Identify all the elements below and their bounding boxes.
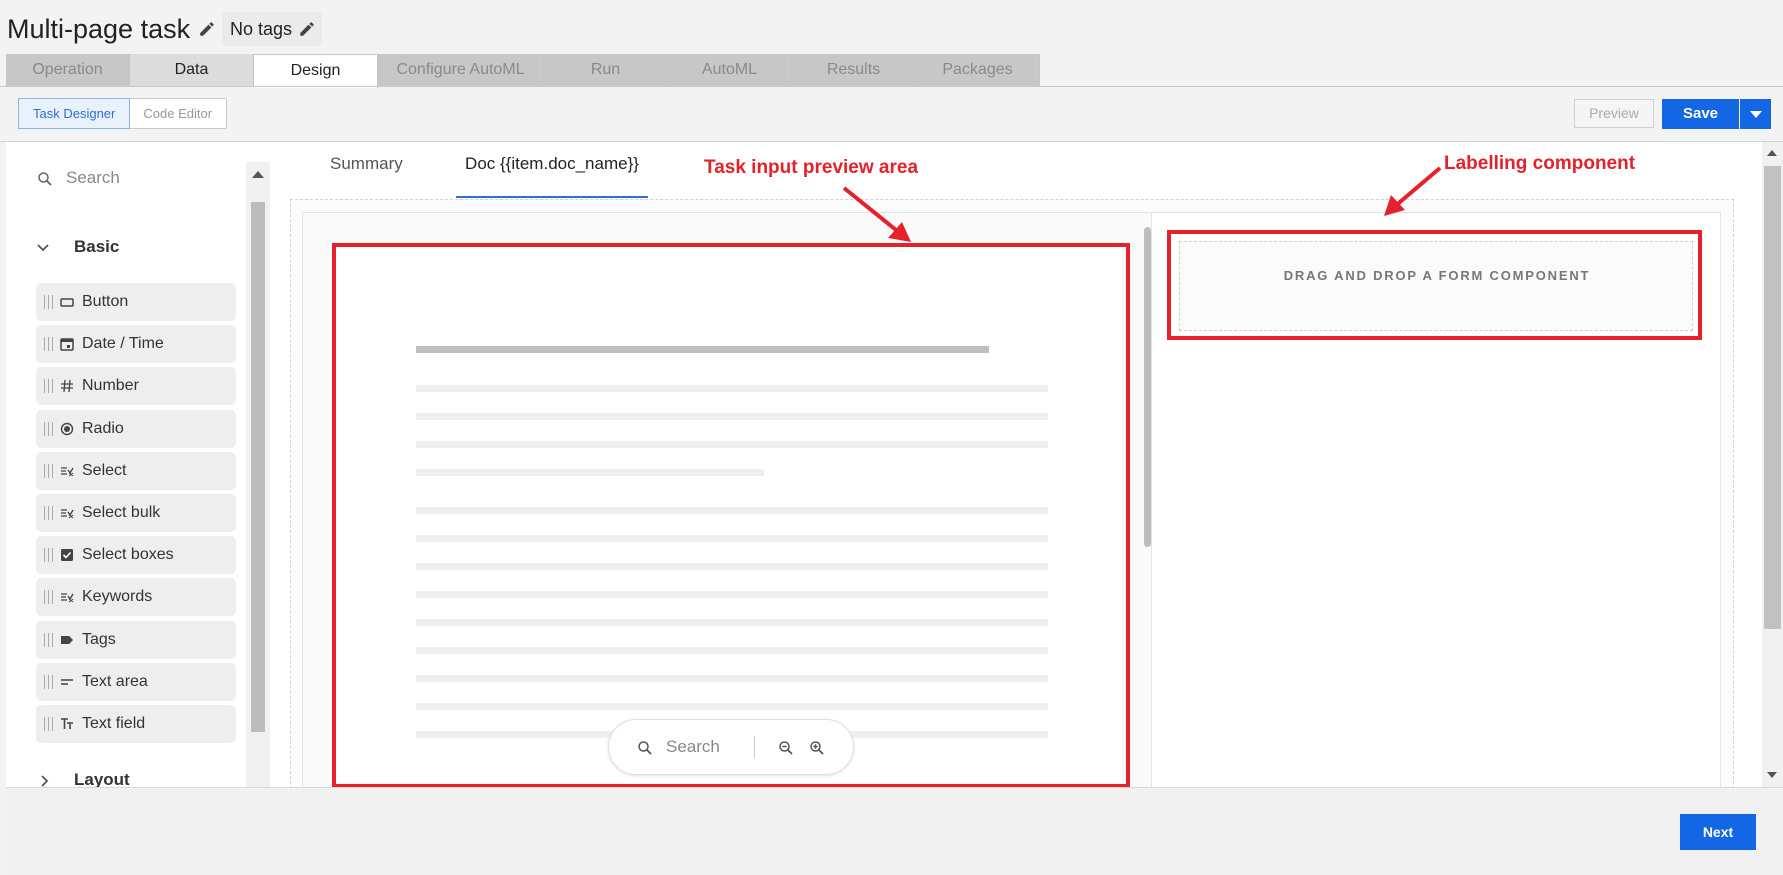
palette-search-placeholder: Search [66, 168, 120, 187]
checkbox-icon [61, 549, 73, 562]
preview-button[interactable]: Preview [1574, 99, 1654, 128]
basic-group-label: Basic [74, 237, 120, 256]
tabs-divider [0, 86, 1783, 87]
scroll-up-arrow-icon[interactable] [252, 171, 264, 178]
page-scrollbar[interactable] [1762, 142, 1783, 787]
palette-item-label: Keywords [82, 588, 153, 606]
page-scrollbar-thumb[interactable] [1764, 166, 1781, 629]
tab-doc[interactable]: Doc {{item.doc_name}} [456, 142, 648, 198]
drag-handle-icon [44, 379, 54, 394]
annotation-box-task-input [332, 243, 1130, 787]
main-tabs: Operation Data Design Configure AutoML R… [6, 54, 1040, 88]
chevron-right-icon [41, 775, 49, 787]
next-button[interactable]: Next [1680, 814, 1756, 850]
palette-item-label: Date / Time [82, 335, 164, 353]
workspace: Search Basic Button Date / Time Number R… [6, 142, 1783, 787]
hash-icon [61, 380, 73, 393]
tab-results[interactable]: Results [792, 54, 916, 86]
palette-item-label: Number [82, 377, 139, 395]
drag-handle-icon [44, 632, 54, 647]
palette-item-label: Select [82, 461, 127, 479]
view-switch: Task Designer Code Editor [18, 98, 228, 129]
palette-item-label: Radio [82, 419, 124, 437]
tab-operation[interactable]: Operation [6, 54, 130, 86]
component-palette: Search Basic Button Date / Time Number R… [6, 142, 246, 787]
palette-item-select-boxes[interactable]: Select boxes [36, 536, 236, 575]
palette-item-number[interactable]: Number [36, 367, 236, 406]
header: Multi-page task No tags [0, 0, 1783, 54]
tags-label: No tags [230, 19, 293, 39]
palette-item-tags[interactable]: Tags [36, 620, 236, 659]
tags-chip[interactable]: No tags [222, 12, 323, 46]
palette-item-text-field[interactable]: Text field [36, 704, 236, 743]
drag-handle-icon [44, 337, 54, 352]
drag-handle-icon [44, 295, 54, 309]
tab-automl[interactable]: AutoML [668, 54, 792, 86]
drag-handle-icon [44, 716, 54, 731]
footer: Next [6, 787, 1783, 875]
tab-configure-automl[interactable]: Configure AutoML [378, 54, 544, 86]
palette-item-label: Select boxes [82, 546, 174, 564]
palette-item-label: Tags [82, 630, 116, 648]
palette-item-button[interactable]: Button [36, 283, 236, 321]
tag-icon [61, 635, 73, 644]
palette-item-label: Button [82, 293, 129, 310]
button-icon [60, 298, 74, 307]
radio-icon [60, 422, 74, 435]
palette-item-date-time[interactable]: Date / Time [36, 325, 236, 364]
chevron-down-icon [37, 244, 49, 252]
tab-design[interactable]: Design [254, 54, 378, 88]
pencil-icon[interactable] [198, 20, 216, 38]
annotation-label-task-input: Task input preview area [704, 157, 919, 178]
drag-handle-icon [44, 590, 54, 605]
text-field-icon [61, 718, 73, 729]
task-designer-button[interactable]: Task Designer [18, 98, 131, 129]
palette-item-label: Text field [82, 714, 146, 732]
drag-handle-icon [44, 674, 54, 689]
scroll-down-arrow-icon[interactable] [1767, 772, 1777, 778]
search-icon [38, 172, 52, 186]
select-list-icon [61, 593, 74, 603]
palette-item-list: Button Date / Time Number Radio Select S… [36, 283, 242, 747]
save-button[interactable]: Save [1662, 99, 1739, 129]
layout-group-label: Layout [74, 770, 130, 787]
palette-item-text-area[interactable]: Text area [36, 662, 236, 701]
tab-packages[interactable]: Packages [916, 54, 1040, 86]
palette-scrollbar[interactable] [246, 162, 270, 787]
drag-handle-icon [44, 421, 54, 436]
palette-item-label: Text area [82, 672, 148, 690]
palette-item-label: Select bulk [82, 503, 161, 521]
page-title: Multi-page task [7, 14, 191, 44]
drag-handle-icon [44, 463, 54, 478]
annotation-label-labelling: Labelling component [1444, 153, 1636, 174]
palette-item-select[interactable]: Select [36, 451, 236, 490]
drag-handle-icon [44, 505, 54, 520]
save-options-dropdown[interactable] [1740, 99, 1771, 129]
calendar-icon [60, 338, 74, 351]
palette-item-keywords[interactable]: Keywords [36, 578, 236, 617]
select-list-icon [61, 467, 74, 477]
select-list-icon [61, 509, 74, 519]
tab-data[interactable]: Data [130, 54, 254, 86]
drag-handle-icon [44, 548, 54, 563]
tab-run[interactable]: Run [544, 54, 668, 86]
preview-scrollbar-thumb[interactable] [1144, 227, 1151, 547]
annotation-box-labelling [1167, 230, 1702, 340]
palette-item-select-bulk[interactable]: Select bulk [36, 493, 236, 532]
pencil-icon[interactable] [298, 20, 316, 38]
scroll-up-arrow-icon[interactable] [1767, 150, 1777, 156]
tab-summary[interactable]: Summary [330, 142, 422, 198]
text-area-icon [61, 678, 73, 685]
code-editor-button[interactable]: Code Editor [129, 99, 226, 128]
palette-item-radio[interactable]: Radio [36, 409, 236, 448]
palette-search-input[interactable]: Search [32, 164, 232, 194]
palette-scrollbar-thumb[interactable] [251, 202, 265, 732]
